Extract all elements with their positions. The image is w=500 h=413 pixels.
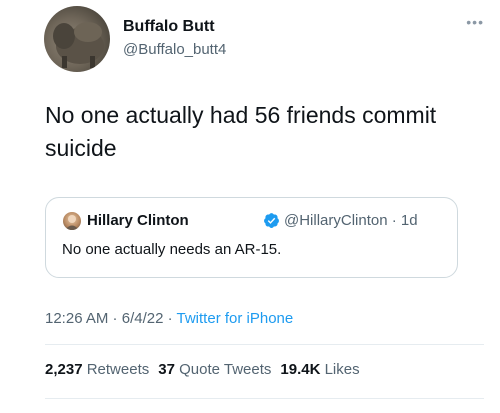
quoted-author-name: Hillary Clinton [87,212,189,229]
tweet-source-link[interactable]: Twitter for iPhone [177,310,294,327]
quote-tweets-label: Quote Tweets [179,361,272,378]
likes-label: Likes [324,361,360,378]
quoted-author-handle-time: @HillaryClinton · 1d [284,212,418,229]
more-options-icon[interactable]: ••• [466,14,484,30]
author-avatar[interactable] [44,6,110,72]
quoted-author-avatar [63,212,81,230]
buffalo-photo-icon [53,22,104,68]
retweets-label: Retweets [86,361,150,378]
likes-stat[interactable]: 19.4K Likes [280,361,359,378]
quoted-tweet-text: No one actually needs an AR-15. [62,241,282,258]
quoted-tweet[interactable]: Hillary Clinton @HillaryClinton · 1d No … [45,197,458,278]
tweet-card: Buffalo Butt @Buffalo_butt4 ••• No one a… [0,0,500,413]
author-handle[interactable]: @Buffalo_butt4 [123,41,226,58]
quote-tweets-stat[interactable]: 37 Quote Tweets [158,361,271,378]
tweet-text: No one actually had 56 friends commit su… [45,102,437,161]
meta-separator: · [108,310,122,327]
tweet-meta: 12:26 AM · 6/4/22 · Twitter for iPhone [45,310,293,327]
retweets-stat[interactable]: 2,237 Retweets [45,361,149,378]
tweet-time[interactable]: 12:26 AM [45,310,108,327]
engagement-stats: 2,237 Retweets 37 Quote Tweets 19.4K Likes [45,361,360,378]
likes-count: 19.4K [280,361,321,378]
person-photo-icon [65,215,79,230]
tweet-date[interactable]: 6/4/22 [122,310,164,327]
divider [45,344,484,345]
divider [45,398,484,399]
meta-separator: · [163,310,177,327]
retweets-count: 2,237 [45,361,83,378]
quote-tweets-count: 37 [158,361,175,378]
author-display-name[interactable]: Buffalo Butt [123,18,215,36]
verified-badge-icon [264,213,279,228]
